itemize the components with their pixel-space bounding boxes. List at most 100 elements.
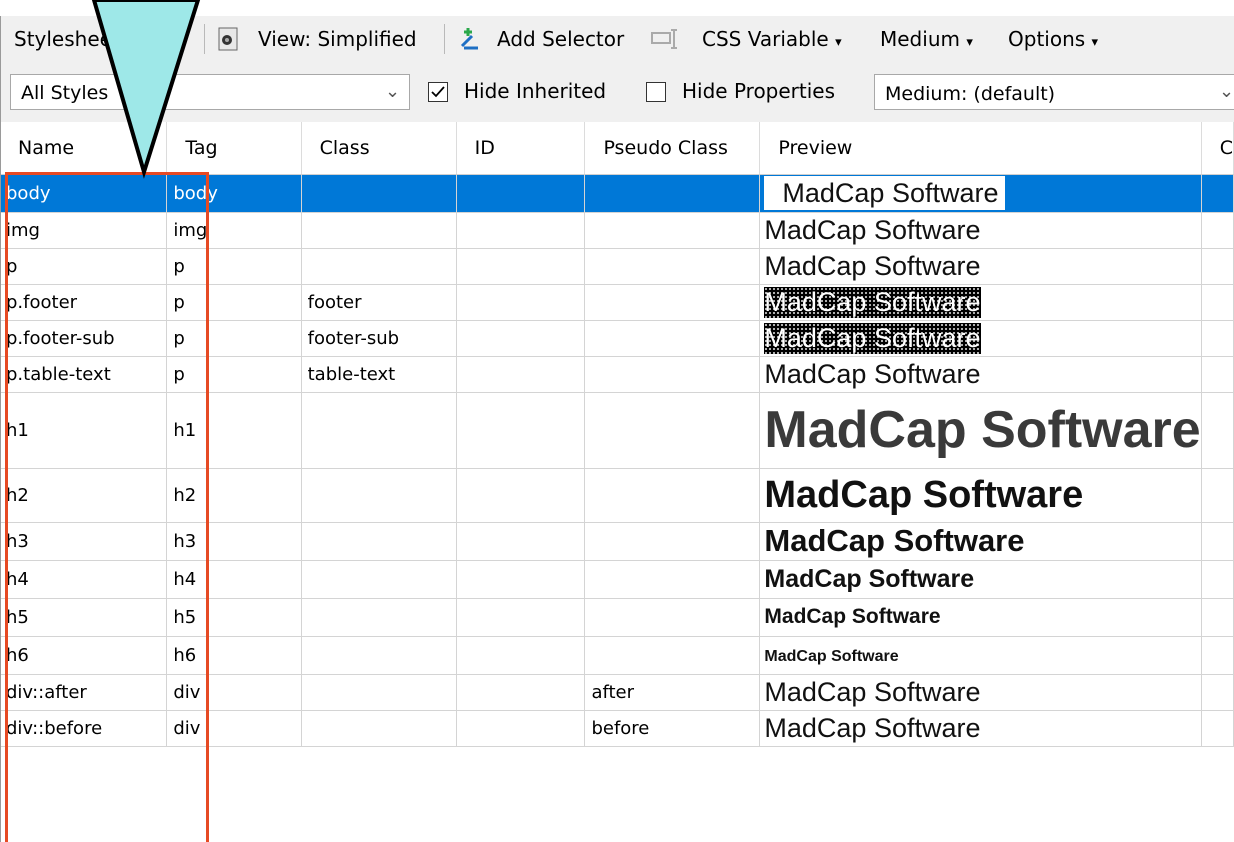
cell-pseudo[interactable]: after [584, 674, 761, 711]
cell-tag[interactable]: div [166, 710, 302, 747]
view-simplified-button[interactable]: View: Simplified [258, 27, 417, 51]
cell-name[interactable]: div::before [0, 710, 168, 747]
cell-pseudo[interactable] [584, 522, 761, 561]
cell-id[interactable] [456, 284, 586, 321]
cell-preview[interactable]: MadCap Software [759, 392, 1202, 469]
cell-id[interactable] [456, 174, 586, 213]
cell-name[interactable]: h3 [0, 522, 168, 561]
cell-preview[interactable]: MadCap Software [759, 212, 1202, 249]
cell-id[interactable] [456, 212, 586, 249]
cell-class[interactable] [301, 674, 457, 711]
cell-name[interactable]: h6 [0, 636, 168, 675]
cell-pseudo[interactable] [584, 174, 761, 213]
table-row[interactable]: h5 h5 MadCap Software [0, 598, 1234, 637]
table-row[interactable]: p.table-text p table-text MadCap Software [0, 356, 1234, 393]
table-row[interactable]: h1 h1 MadCap Software [0, 392, 1234, 469]
cell-pseudo[interactable] [584, 636, 761, 675]
cell-class[interactable]: footer [301, 284, 457, 321]
column-header[interactable]: Tag [166, 122, 302, 175]
cell-tag[interactable]: div [166, 674, 302, 711]
table-row[interactable]: p p MadCap Software [0, 248, 1234, 285]
cell-preview[interactable]: MadCap Software [759, 248, 1202, 285]
cell-id[interactable] [456, 320, 586, 357]
css-variable-icon[interactable] [650, 27, 682, 55]
column-header[interactable]: C [1201, 122, 1234, 175]
table-row[interactable]: p.footer p footer MadCap Software [0, 284, 1234, 321]
cell-class[interactable] [301, 522, 457, 561]
cell-class[interactable] [301, 636, 457, 675]
cell-class[interactable] [301, 248, 457, 285]
cell-name[interactable]: h4 [0, 560, 168, 599]
cell-tag[interactable]: h4 [166, 560, 302, 599]
css-variable-dropdown[interactable]: CSS Variable ▾ [702, 27, 842, 55]
column-header[interactable]: Pseudo Class [584, 122, 761, 175]
table-row[interactable]: p.footer-sub p footer-sub MadCap Software [0, 320, 1234, 357]
cell-class[interactable] [301, 212, 457, 249]
table-row[interactable]: h2 h2 MadCap Software [0, 468, 1234, 523]
cell-tag[interactable]: h5 [166, 598, 302, 637]
column-header[interactable]: Class [301, 122, 457, 175]
cell-pseudo[interactable] [584, 392, 761, 469]
cell-name[interactable]: h1 [0, 392, 168, 469]
table-row[interactable]: h4 h4 MadCap Software [0, 560, 1234, 599]
cell-preview[interactable]: MadCap Software [759, 284, 1202, 321]
cell-id[interactable] [456, 674, 586, 711]
cell-name[interactable]: p.table-text [0, 356, 168, 393]
medium-select[interactable]: Medium: (default) ⌄ [874, 74, 1234, 110]
cell-tag[interactable]: p [166, 320, 302, 357]
cell-name[interactable]: h5 [0, 598, 168, 637]
column-header[interactable]: Name [0, 122, 168, 175]
cell-id[interactable] [456, 356, 586, 393]
cell-id[interactable] [456, 710, 586, 747]
table-row[interactable]: body body MadCap Software [0, 174, 1234, 213]
cell-class[interactable]: table-text [301, 356, 457, 393]
cell-class[interactable] [301, 468, 457, 523]
cell-id[interactable] [456, 560, 586, 599]
cell-name[interactable]: div::after [0, 674, 168, 711]
cell-tag[interactable]: p [166, 284, 302, 321]
column-header[interactable]: ID [456, 122, 586, 175]
cell-id[interactable] [456, 468, 586, 523]
add-selector-button[interactable]: Add Selector [497, 27, 624, 51]
cell-class[interactable]: footer-sub [301, 320, 457, 357]
styles-filter-select[interactable]: All Styles ⌄ [10, 74, 410, 110]
cell-pseudo[interactable] [584, 284, 761, 321]
table-row[interactable]: div::before div before MadCap Software [0, 710, 1234, 747]
column-header[interactable]: Preview [759, 122, 1202, 175]
cell-preview[interactable]: MadCap Software [759, 468, 1202, 523]
hide-inherited-checkbox[interactable] [428, 82, 448, 102]
cell-tag[interactable]: h2 [166, 468, 302, 523]
add-selector-icon[interactable] [458, 26, 484, 56]
options-dropdown[interactable]: Options ▾ [1008, 27, 1098, 55]
cell-class[interactable] [301, 710, 457, 747]
cell-name[interactable]: p.footer-sub [0, 320, 168, 357]
cell-id[interactable] [456, 392, 586, 469]
cell-name[interactable]: h2 [0, 468, 168, 523]
cell-id[interactable] [456, 522, 586, 561]
cell-preview[interactable]: MadCap Software [759, 560, 1202, 599]
cell-name[interactable]: p [0, 248, 168, 285]
cell-pseudo[interactable] [584, 468, 761, 523]
cell-preview[interactable]: MadCap Software [759, 636, 1202, 675]
cell-tag[interactable]: h3 [166, 522, 302, 561]
cell-pseudo[interactable] [584, 598, 761, 637]
cell-class[interactable] [301, 392, 457, 469]
cell-tag[interactable]: body [166, 174, 302, 213]
cell-tag[interactable]: p [166, 248, 302, 285]
cell-tag[interactable]: h6 [166, 636, 302, 675]
cell-preview[interactable]: MadCap Software [759, 174, 1202, 213]
view-icon[interactable] [216, 26, 242, 56]
cell-preview[interactable]: MadCap Software [759, 522, 1202, 561]
cell-class[interactable] [301, 560, 457, 599]
cell-id[interactable] [456, 248, 586, 285]
cell-name[interactable]: p.footer [0, 284, 168, 321]
cell-class[interactable] [301, 598, 457, 637]
cell-preview[interactable]: MadCap Software [759, 674, 1202, 711]
table-row[interactable]: img img MadCap Software [0, 212, 1234, 249]
cell-class[interactable] [301, 174, 457, 213]
cell-pseudo[interactable] [584, 248, 761, 285]
cell-id[interactable] [456, 598, 586, 637]
cell-preview[interactable]: MadCap Software [759, 356, 1202, 393]
table-row[interactable]: h3 h3 MadCap Software [0, 522, 1234, 561]
cell-pseudo[interactable]: before [584, 710, 761, 747]
